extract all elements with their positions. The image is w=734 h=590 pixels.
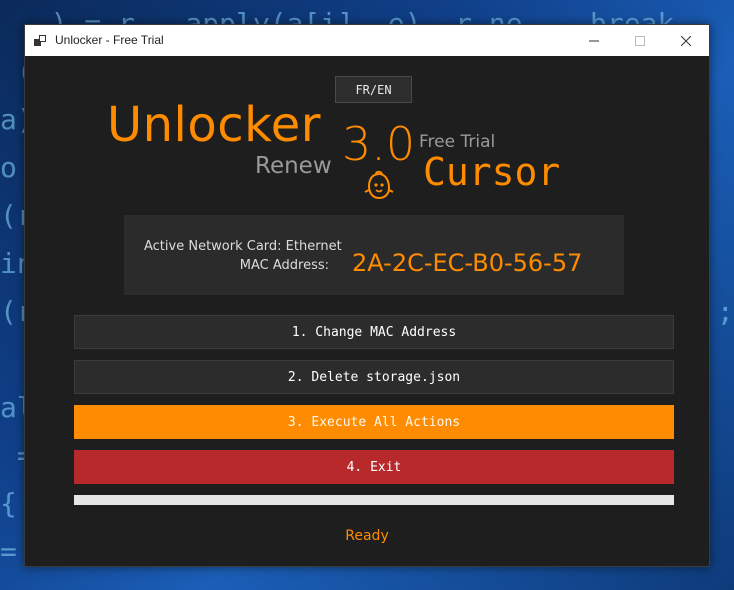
close-button[interactable] [663, 25, 709, 56]
network-card-label: Active Network Card: Ethernet [144, 239, 342, 254]
mac-address-value: 2A-2C-EC-B0-56-57 [352, 249, 583, 277]
version-label: 3.0 [342, 117, 416, 171]
app-window: Unlocker - Free Trial FR/EN Unlocker Ren… [24, 24, 710, 567]
minimize-icon [589, 40, 599, 41]
close-icon [681, 35, 691, 46]
maximize-icon [635, 35, 645, 46]
app-window-icon [34, 35, 46, 46]
exit-button[interactable]: 4. Exit [74, 450, 674, 484]
change-mac-button[interactable]: 1. Change MAC Address [74, 315, 674, 349]
title-bar[interactable]: Unlocker - Free Trial [25, 25, 709, 56]
delete-storage-button[interactable]: 2. Delete storage.json [74, 360, 674, 394]
network-info-panel: Active Network Card: Ethernet MAC Addres… [124, 215, 624, 295]
ghost-mascot-icon [364, 170, 394, 200]
minimize-button[interactable] [571, 25, 617, 56]
window-title: Unlocker - Free Trial [55, 33, 164, 47]
product-label: Cursor [423, 150, 561, 194]
progress-bar [74, 495, 674, 505]
maximize-button[interactable] [617, 25, 663, 56]
edition-label: Free Trial [419, 132, 496, 152]
logo-title: Unlocker [107, 97, 321, 153]
language-toggle-button[interactable]: FR/EN [335, 76, 412, 103]
mac-address-label: MAC Address: [239, 258, 329, 273]
logo-subtitle: Renew [255, 153, 332, 179]
execute-all-button[interactable]: 3. Execute All Actions [74, 405, 674, 439]
status-text: Ready [345, 528, 389, 544]
